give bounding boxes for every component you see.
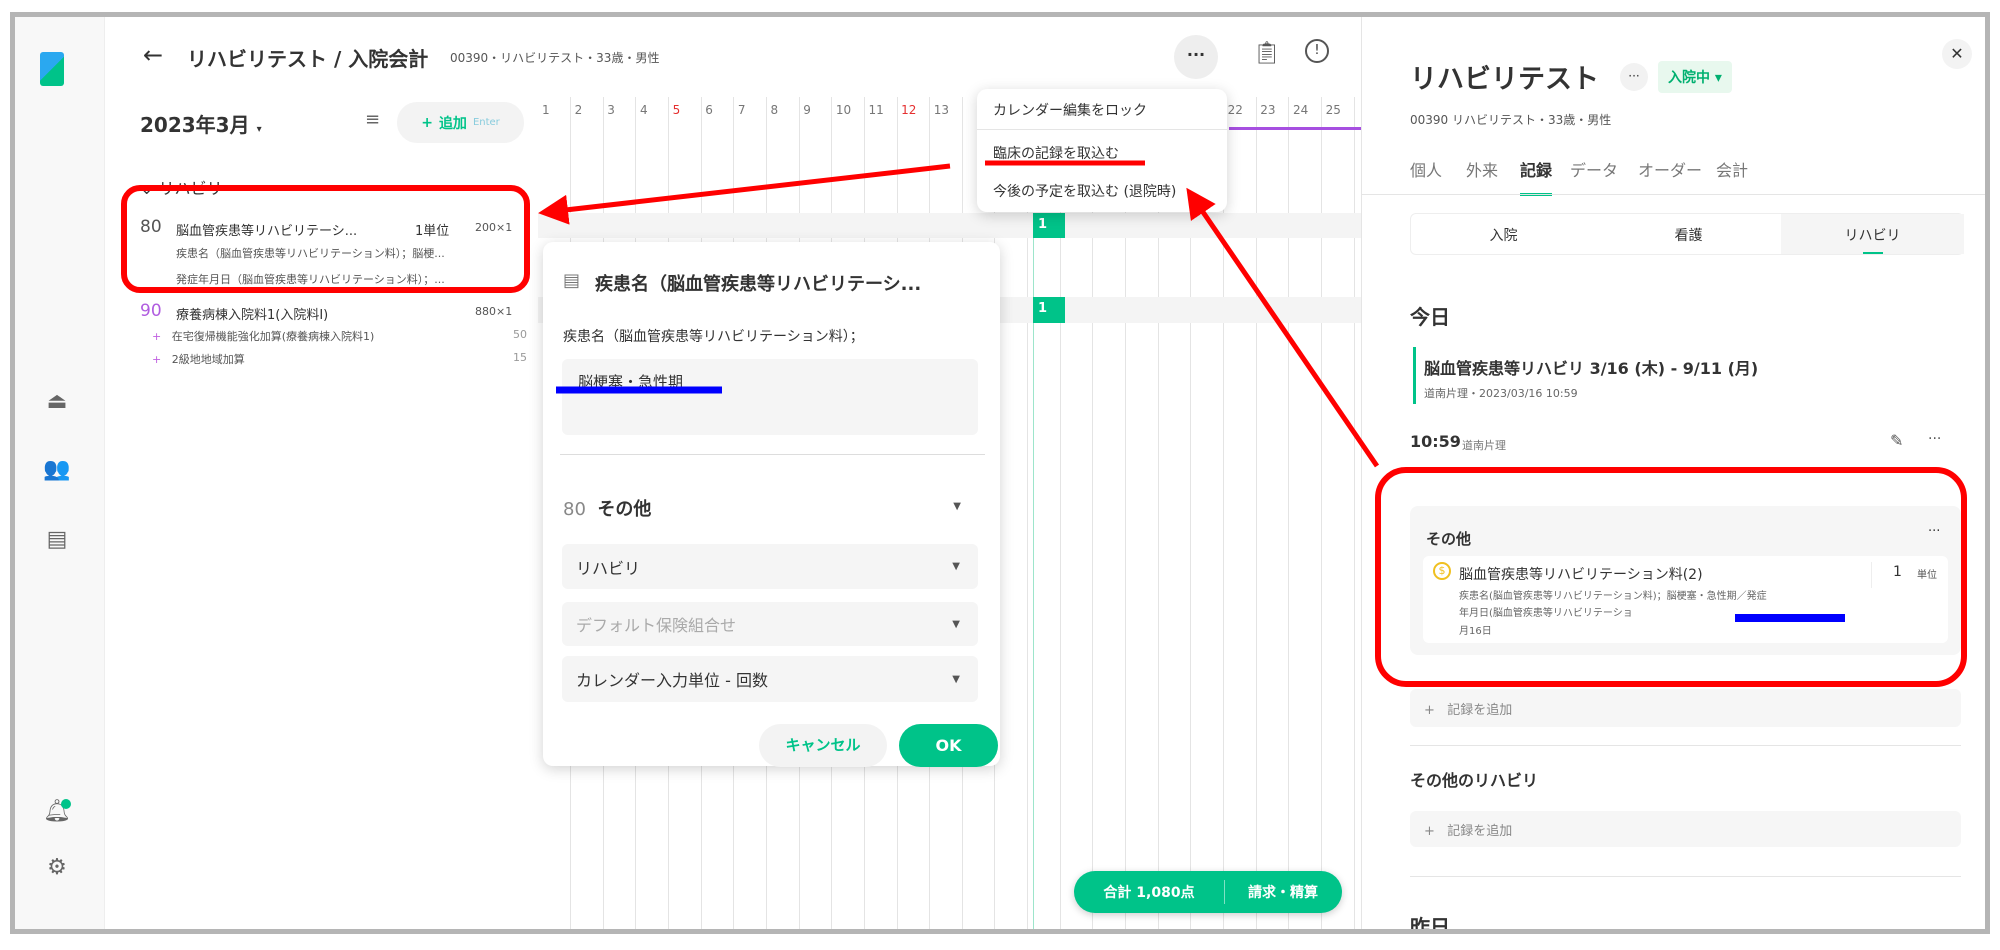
annotation-box [1375,467,1967,687]
annotation-box [121,185,530,293]
annotation-layer [121,160,1967,687]
annotation-arrow [1186,187,1380,468]
annotation-arrow [538,163,951,225]
